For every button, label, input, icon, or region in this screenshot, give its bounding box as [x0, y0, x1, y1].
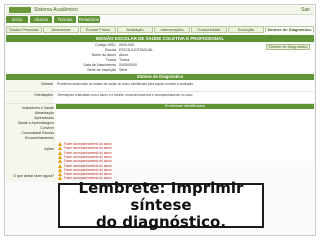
category-label: Indicadores e Saúde — [21, 106, 54, 110]
category-label: Conviver — [40, 126, 54, 130]
tab-bar: Dados Pessoais Anamnese Exame Físico Ava… — [6, 26, 314, 33]
reminder-callout: Lembrete: Imprimir síntese do diagnóstic… — [58, 180, 264, 231]
reminder-line-1: Lembrete: Imprimir síntese — [78, 179, 244, 214]
category-label: Aprendizado — [34, 116, 54, 120]
action-list: Fazer acompanhamento do aluno Fazer acom… — [58, 142, 314, 182]
grid-row-value: Orientações realizadas com o aluno e a f… — [57, 93, 194, 97]
nav-item[interactable]: Relatórios — [78, 16, 100, 23]
grid-row-label: Síntese — [6, 81, 54, 91]
info-value: Série — [119, 68, 128, 72]
tab[interactable]: Avaliação — [117, 26, 153, 33]
info-label: Série de Inscrição — [87, 68, 116, 72]
tab[interactable]: Evolução — [228, 26, 264, 33]
print-diagnosis-button[interactable]: Síntese do Diagnóstico — [266, 44, 310, 50]
reminder-text: Lembrete: Imprimir síntese do diagnóstic… — [60, 180, 262, 231]
grid-row-value: Problema relacionado ao estado de saúde … — [57, 82, 194, 86]
nav-item[interactable]: Turmas — [54, 16, 76, 23]
section-title: MISSÃO ESCOLAR DE SAÚDE COLETIVA E PROFI… — [6, 35, 314, 42]
category-label: Alimentação — [34, 111, 54, 115]
tab-sintese-diagnostico[interactable]: Síntese do Diagnóstico — [265, 26, 314, 33]
category-label: Ações — [44, 147, 54, 151]
main-nav: Início Alunos Turmas Relatórios — [6, 16, 314, 23]
top-bar: Sistema Acadêmico Sair — [6, 6, 314, 15]
logout-link[interactable]: Sair — [301, 7, 310, 13]
grid-row-label: Orientações — [6, 92, 54, 103]
tab[interactable]: Intervenções — [154, 26, 190, 33]
category-label: Saúde e Aprendizagem — [17, 121, 54, 125]
problems-subheader: Problemas identificados — [56, 104, 314, 109]
nav-item[interactable]: Início — [6, 16, 28, 23]
nav-item[interactable]: Alunos — [30, 16, 52, 23]
info-row: Série de Inscrição Série — [6, 68, 246, 73]
category-label: Comunidade Escolar — [21, 131, 55, 135]
category-column: Indicadores e Saúde Alimentação Aprendiz… — [6, 104, 56, 182]
diagnosis-header: Síntese do Diagnóstico — [6, 74, 314, 80]
tab[interactable]: Dados Pessoais — [6, 26, 42, 33]
tab[interactable]: Exame Físico — [80, 26, 116, 33]
tab[interactable]: Anamnese — [43, 26, 79, 33]
grid-row: Orientações Orientações realizadas com o… — [6, 92, 314, 104]
logo — [9, 7, 31, 13]
category-label: Encaminhamentos — [25, 136, 54, 140]
student-info: Código SISC 0000-000 Escola ESCOLA ESTAD… — [6, 43, 314, 73]
category-label: O que deixar fazer agora? — [13, 174, 54, 178]
reminder-line-2: do diagnóstico. — [95, 213, 227, 231]
app-title: Sistema Acadêmico — [34, 7, 78, 13]
tab[interactable]: Comunidade — [191, 26, 227, 33]
grid-row: Síntese Problema relacionado ao estado d… — [6, 81, 314, 92]
